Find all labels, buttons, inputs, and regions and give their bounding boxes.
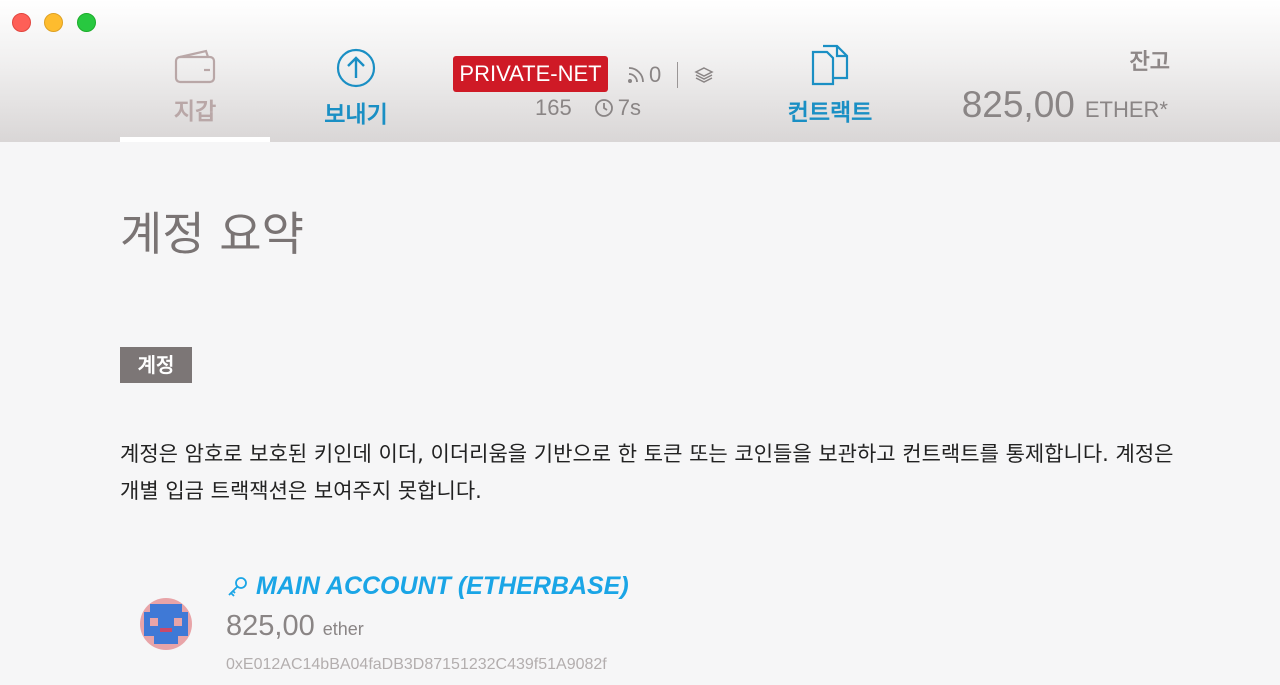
nav-wallet-label: 지갑 — [173, 99, 217, 125]
block-status: 165 7s — [535, 95, 641, 121]
window-close-button[interactable] — [12, 13, 31, 32]
accounts-description: 계정은 암호로 보호된 키인데 이더, 이더리움을 기반으로 한 토큰 또는 코… — [120, 442, 1174, 503]
section-tag-accounts: 계정 — [120, 347, 192, 383]
block-time: 7s — [617, 95, 641, 120]
account-name-row: MAIN ACCOUNT (ETHERBASE) — [226, 572, 629, 601]
clock-icon — [594, 98, 614, 118]
balance-unit: ETHER* — [1084, 97, 1168, 122]
peer-count: 0 — [649, 62, 662, 87]
total-balance: 825,00 ETHER* — [962, 84, 1168, 126]
nav-tab-send[interactable]: 보내기 — [286, 48, 426, 129]
documents-icon — [809, 44, 851, 90]
page-title: 계정 요약 — [120, 207, 304, 261]
layers-icon — [694, 65, 714, 85]
nav-contracts-label: 컨트랙트 — [787, 100, 873, 126]
balance-label: 잔고 — [1129, 50, 1170, 75]
avatar — [140, 598, 192, 650]
wallet-icon — [174, 48, 216, 88]
signal-icon — [626, 65, 646, 85]
divider — [677, 62, 679, 88]
network-badge: PRIVATE-NET — [453, 56, 608, 92]
peer-status: 0 — [626, 61, 714, 89]
top-navigation-bar: 지갑 보내기 PRIVATE-NET 0 165 7s 컨트랙트 잔고 825,… — [0, 0, 1280, 142]
account-address: 0xE012AC14bBA04faDB3D87151232C439f51A908… — [226, 656, 607, 673]
window-zoom-button[interactable] — [77, 13, 96, 32]
active-tab-indicator — [120, 137, 270, 142]
account-balance-unit: ether — [322, 619, 364, 639]
account-balance: 825,00 ether — [226, 610, 364, 643]
nav-tab-wallet[interactable]: 지갑 — [120, 48, 270, 142]
nav-send-label: 보내기 — [324, 102, 388, 128]
balance-amount: 825,00 — [961, 84, 1075, 125]
account-item-main[interactable]: MAIN ACCOUNT (ETHERBASE) 825,00 ether 0x… — [138, 570, 838, 680]
account-balance-amount: 825,00 — [226, 610, 315, 642]
key-icon — [226, 575, 250, 599]
block-number: 165 — [535, 95, 572, 120]
account-name[interactable]: MAIN ACCOUNT (ETHERBASE) — [256, 572, 629, 601]
nav-tab-contracts[interactable]: 컨트랙트 — [760, 44, 900, 127]
arrow-up-circle-icon — [336, 48, 376, 92]
window-minimize-button[interactable] — [44, 13, 63, 32]
